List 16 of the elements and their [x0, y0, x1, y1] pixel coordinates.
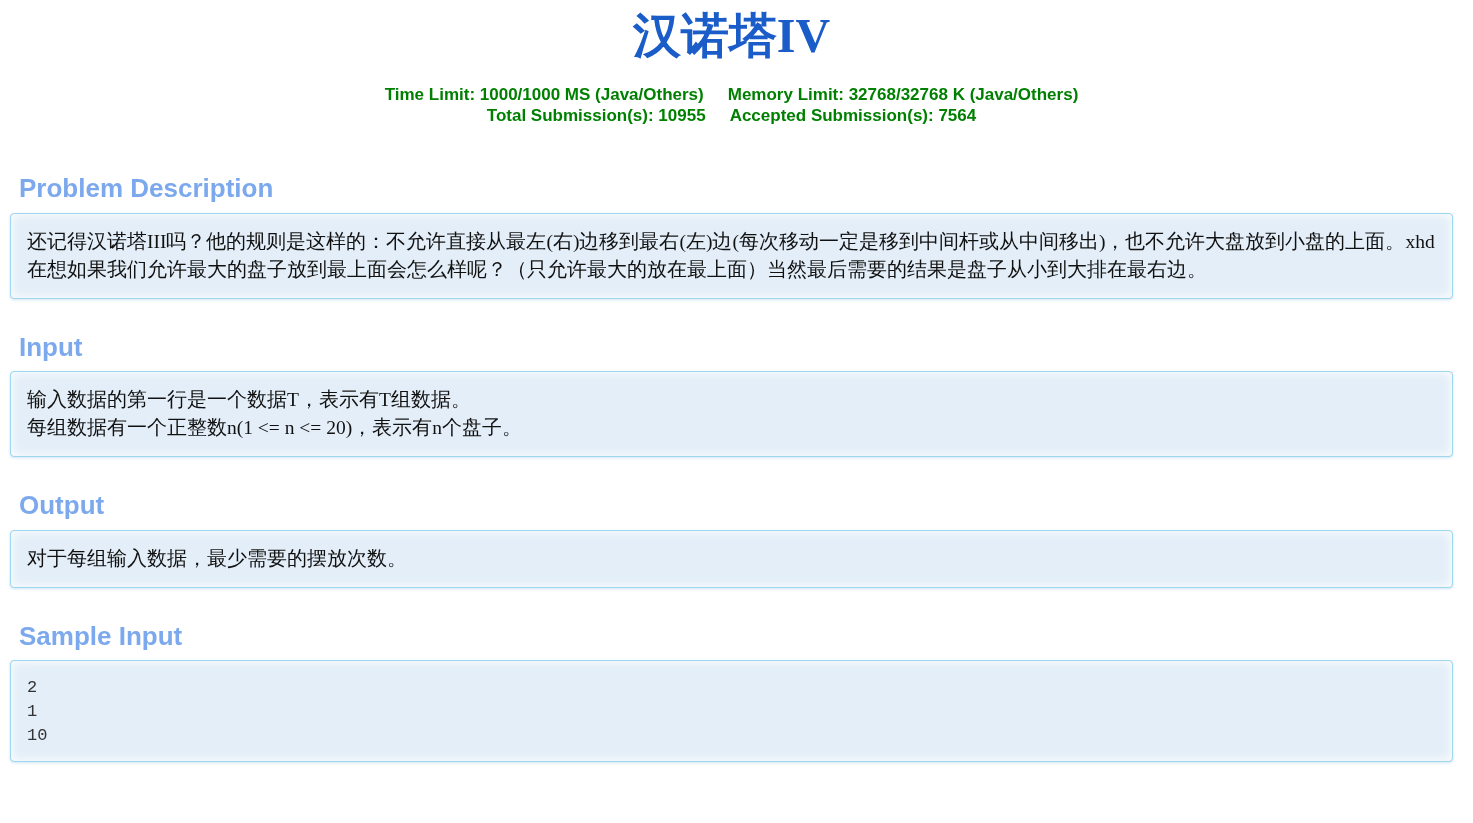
section-heading: Sample Input — [19, 621, 183, 651]
limit-text: Accepted Submission(s): 7564 — [729, 105, 977, 126]
code-line: 1 — [27, 701, 38, 724]
text-line: 对于每组输入数据，最少需要的摆放次数。 — [27, 546, 408, 571]
section-heading: Problem Description — [19, 174, 274, 203]
limit-text: Memory Limit: 32768/32768 K (Java/Others) — [727, 84, 1079, 105]
problem-title: 汉诺塔IV — [632, 12, 831, 60]
limit-text: Total Submission(s): 10955 — [486, 105, 706, 126]
code-line: 2 — [27, 677, 38, 700]
limit-text: Time Limit: 1000/1000 MS (Java/Others) — [384, 84, 704, 105]
text-line: 每组数据有一个正整数n(1 <= n <= 20)，表示有n个盘子。 — [27, 416, 523, 441]
text-line: 输入数据的第一行是一个数据T，表示有T组数据。 — [27, 388, 472, 413]
text-line: 还记得汉诺塔III吗？他的规则是这样的：不允许直接从最左(右)边移到最右(左)边(每次移动一定是移到中间杆或从中间移出)，也不允许大盘放到小盘的上面。xhd在想如果我们允许最大的盘子放到最上面会怎么样呢？（只允许最大的放在最上面）当然最后需要的结果是盘子从小到大排在最右边。 — [27, 229, 1436, 282]
section-heading: Input — [19, 332, 83, 362]
code-line: 10 — [27, 725, 48, 748]
section-heading: Output — [19, 491, 105, 520]
